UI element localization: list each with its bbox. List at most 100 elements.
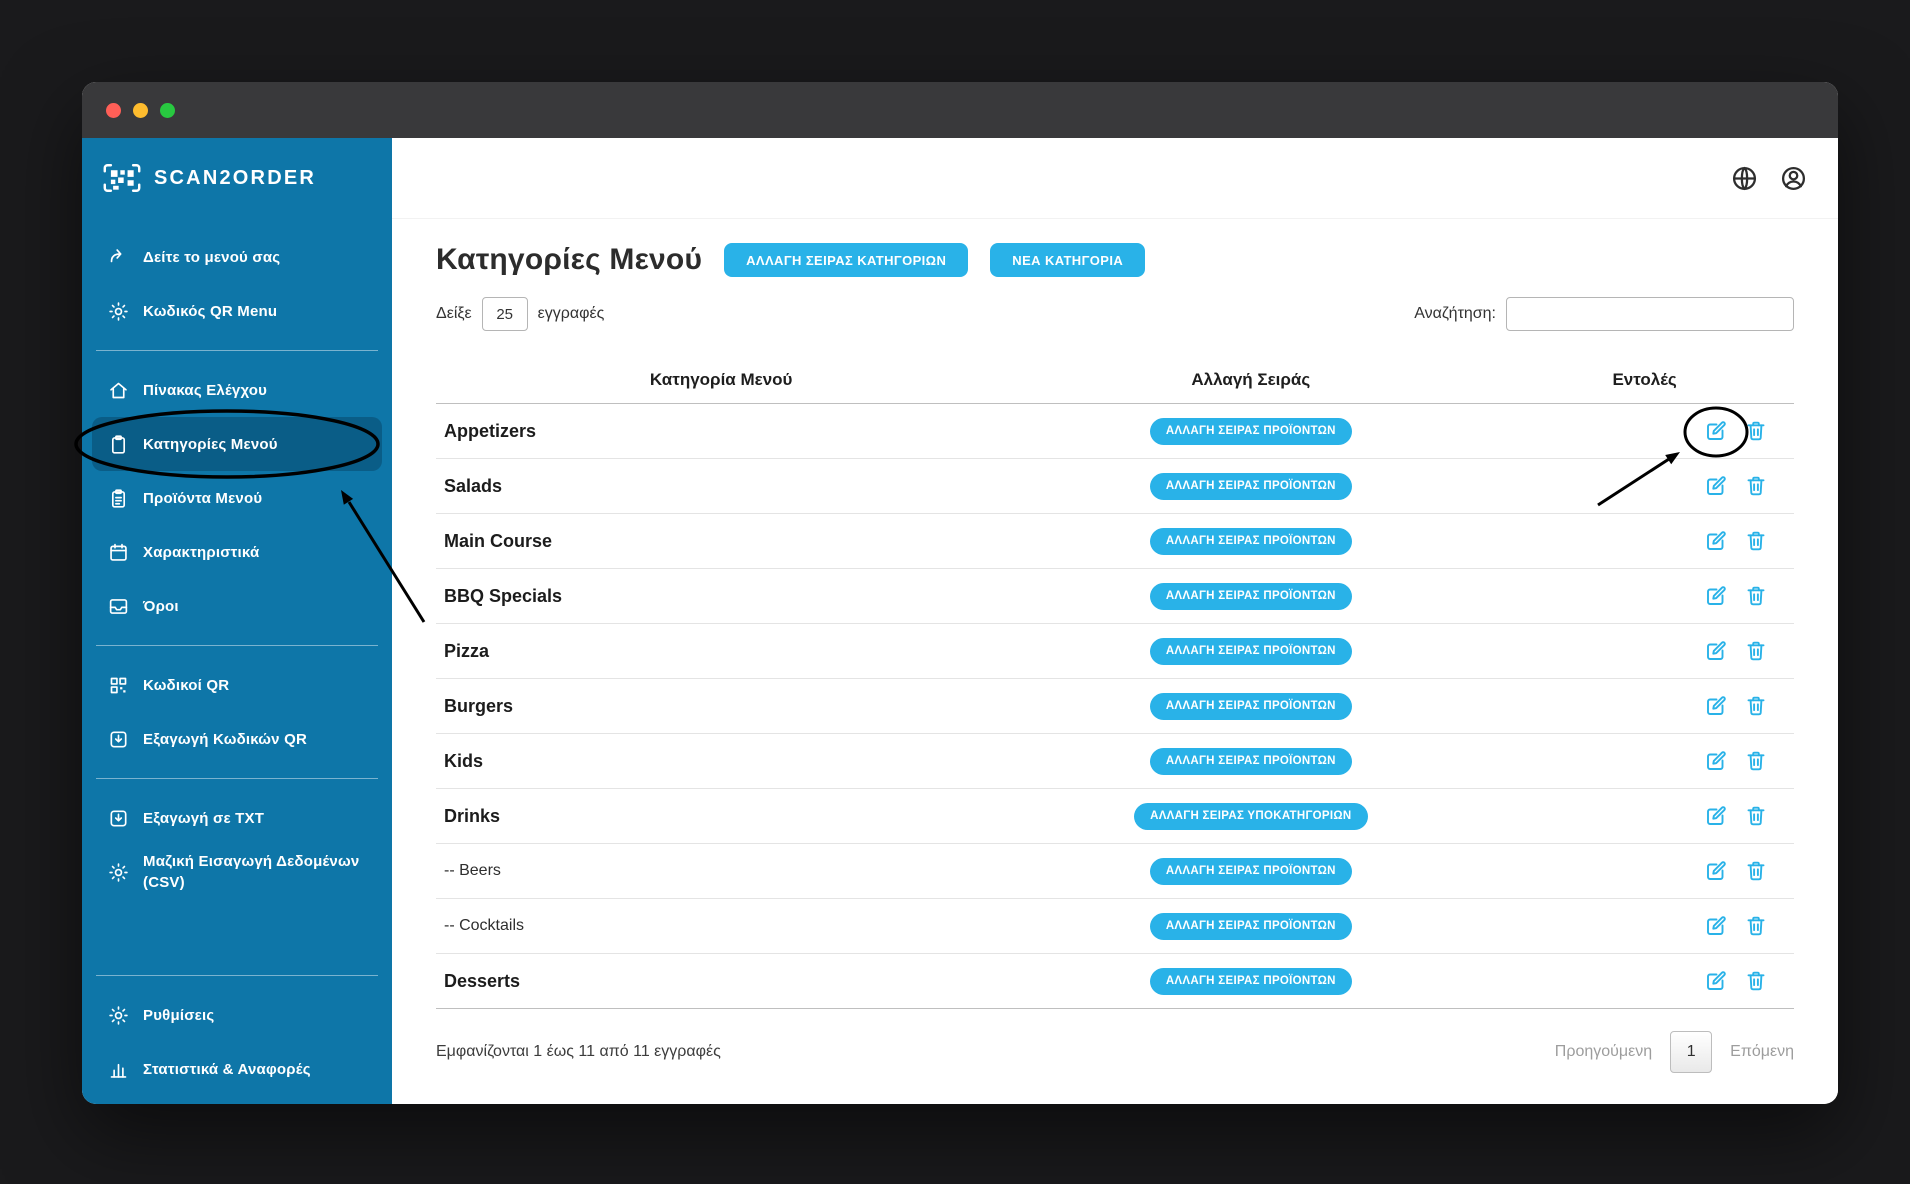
- trash-icon[interactable]: [1744, 749, 1768, 773]
- entries-select[interactable]: 25: [481, 297, 528, 331]
- trash-icon[interactable]: [1744, 419, 1768, 443]
- change-order-button[interactable]: ΑΛΛΑΓΗ ΣΕΙΡΑΣ ΠΡΟΪΟΝΤΩΝ: [1149, 857, 1352, 885]
- table-row: Burgers ΑΛΛΑΓΗ ΣΕΙΡΑΣ ΠΡΟΪΟΝΤΩΝ: [436, 679, 1794, 734]
- sidebar-item-menu-products[interactable]: Προϊόντα Μενού: [82, 471, 392, 525]
- sidebar-group: Δείτε το μενού σας Κωδικός QR Menu: [82, 230, 392, 338]
- entries-suffix-label: εγγραφές: [537, 305, 605, 322]
- edit-icon[interactable]: [1704, 859, 1728, 883]
- trash-icon[interactable]: [1744, 639, 1768, 663]
- order-cell: ΑΛΛΑΓΗ ΣΕΙΡΑΣ ΠΡΟΪΟΝΤΩΝ: [1006, 472, 1495, 500]
- sidebar-item-label: Κωδικοί QR: [143, 676, 230, 694]
- sidebar-item-attributes[interactable]: Χαρακτηριστικά: [82, 525, 392, 579]
- sidebar-item-label: Προϊόντα Μενού: [143, 489, 263, 507]
- gear-icon: [108, 862, 129, 883]
- sidebar-item-qr-codes[interactable]: Κωδικοί QR: [82, 658, 392, 712]
- search-control: Αναζήτηση:: [1414, 297, 1794, 331]
- header-category-menu: Κατηγορία Μενού: [649, 370, 793, 389]
- category-name: Kids: [444, 750, 484, 771]
- sidebar-item-statistics-reports[interactable]: Στατιστικά & Αναφορές: [82, 1042, 392, 1096]
- trash-icon[interactable]: [1744, 859, 1768, 883]
- change-order-button[interactable]: ΑΛΛΑΓΗ ΣΕΙΡΑΣ ΠΡΟΪΟΝΤΩΝ: [1149, 472, 1352, 500]
- sidebar-group: Κωδικοί QR Εξαγωγή Κωδικών QR: [82, 658, 392, 766]
- globe-icon[interactable]: [1730, 164, 1759, 193]
- change-order-button[interactable]: ΑΛΛΑΓΗ ΣΕΙΡΑΣ ΠΡΟΪΟΝΤΩΝ: [1149, 582, 1352, 610]
- trash-icon[interactable]: [1744, 969, 1768, 993]
- content: Κατηγορίες Μενού ΑΛΛΑΓΗ ΣΕΙΡΑΣ ΚΑΤΗΓΟΡΙΩ…: [392, 219, 1838, 1104]
- edit-icon[interactable]: [1704, 584, 1728, 608]
- sidebar-item-view-your-menu[interactable]: Δείτε το μενού σας: [82, 230, 392, 284]
- clipboard-list-icon: [108, 488, 129, 509]
- sidebar-item-bulk-import-csv[interactable]: Μαζική Εισαγωγή Δεδομένων (CSV): [82, 845, 392, 899]
- new-category-button[interactable]: ΝΕΑ ΚΑΤΗΓΟΡΙΑ: [990, 243, 1146, 277]
- commands-cell: [1495, 694, 1794, 718]
- trash-icon[interactable]: [1744, 694, 1768, 718]
- scan2order-logo-icon: [102, 161, 142, 195]
- commands-cell: [1495, 419, 1794, 443]
- sidebar-item-label: Εξαγωγή σε TXT: [143, 809, 265, 827]
- commands-cell: [1495, 914, 1794, 938]
- change-order-button[interactable]: ΑΛΛΑΓΗ ΣΕΙΡΑΣ ΠΡΟΪΟΝΤΩΝ: [1149, 417, 1352, 445]
- pagination-page-1[interactable]: 1: [1670, 1031, 1713, 1073]
- order-cell: ΑΛΛΑΓΗ ΣΕΙΡΑΣ ΠΡΟΪΟΝΤΩΝ: [1006, 692, 1495, 720]
- edit-icon[interactable]: [1704, 474, 1728, 498]
- edit-icon[interactable]: [1704, 969, 1728, 993]
- main-area: Κατηγορίες Μενού ΑΛΛΑΓΗ ΣΕΙΡΑΣ ΚΑΤΗΓΟΡΙΩ…: [392, 138, 1838, 1104]
- external-link-icon: [108, 247, 129, 268]
- change-category-order-button[interactable]: ΑΛΛΑΓΗ ΣΕΙΡΑΣ ΚΑΤΗΓΟΡΙΩΝ: [724, 243, 969, 277]
- app-window: SCAN2ORDER Δείτε το μενού σας Κωδικός QR …: [82, 82, 1838, 1104]
- sidebar-item-dashboard[interactable]: Πίνακας Ελέγχου: [82, 363, 392, 417]
- minimize-window-button[interactable]: [133, 102, 148, 118]
- edit-icon[interactable]: [1704, 639, 1728, 663]
- commands-cell: [1495, 474, 1794, 498]
- trash-icon[interactable]: [1744, 584, 1768, 608]
- change-order-button[interactable]: ΑΛΛΑΓΗ ΣΕΙΡΑΣ ΠΡΟΪΟΝΤΩΝ: [1149, 637, 1352, 665]
- sidebar-item-label: Πίνακας Ελέγχου: [143, 381, 268, 399]
- sidebar-item-export-qr-codes[interactable]: Εξαγωγή Κωδικών QR: [82, 712, 392, 766]
- table-row: Appetizers ΑΛΛΑΓΗ ΣΕΙΡΑΣ ΠΡΟΪΟΝΤΩΝ: [436, 404, 1794, 459]
- commands-cell: [1495, 969, 1794, 993]
- change-order-button[interactable]: ΑΛΛΑΓΗ ΣΕΙΡΑΣ ΠΡΟΪΟΝΤΩΝ: [1149, 747, 1352, 775]
- sidebar-item-label: Χαρακτηριστικά: [143, 543, 260, 561]
- gear-icon: [108, 301, 129, 322]
- sidebar-item-export-txt[interactable]: Εξαγωγή σε TXT: [82, 791, 392, 845]
- order-cell: ΑΛΛΑΓΗ ΣΕΙΡΑΣ ΠΡΟΪΟΝΤΩΝ: [1006, 417, 1495, 445]
- table-header: Κατηγορία Μενού Αλλαγή Σειράς Εντολές: [436, 357, 1794, 404]
- commands-cell: [1495, 584, 1794, 608]
- table-footer: Εμφανίζονται 1 έως 11 από 11 εγγραφές Πρ…: [436, 1009, 1794, 1073]
- zoom-window-button[interactable]: [160, 102, 175, 118]
- change-order-button[interactable]: ΑΛΛΑΓΗ ΣΕΙΡΑΣ ΠΡΟΪΟΝΤΩΝ: [1149, 692, 1352, 720]
- table-row: Salads ΑΛΛΑΓΗ ΣΕΙΡΑΣ ΠΡΟΪΟΝΤΩΝ: [436, 459, 1794, 514]
- commands-cell: [1495, 529, 1794, 553]
- trash-icon[interactable]: [1744, 804, 1768, 828]
- sidebar-item-qr-menu-code[interactable]: Κωδικός QR Menu: [82, 284, 392, 338]
- edit-icon[interactable]: [1704, 804, 1728, 828]
- sidebar-item-settings[interactable]: Ρυθμίσεις: [82, 988, 392, 1042]
- edit-icon[interactable]: [1704, 694, 1728, 718]
- commands-cell: [1495, 859, 1794, 883]
- sidebar-item-menu-categories[interactable]: Κατηγορίες Μενού: [92, 417, 382, 471]
- sidebar-item-terms[interactable]: Όροι: [82, 579, 392, 633]
- trash-icon[interactable]: [1744, 529, 1768, 553]
- edit-icon[interactable]: [1704, 749, 1728, 773]
- entries-length-control: Δείξε 25 εγγραφές: [436, 297, 604, 331]
- search-input[interactable]: [1506, 297, 1794, 331]
- pagination-previous[interactable]: Προηγούμενη: [1555, 1043, 1652, 1061]
- change-order-button[interactable]: ΑΛΛΑΓΗ ΣΕΙΡΑΣ ΠΡΟΪΟΝΤΩΝ: [1149, 912, 1352, 940]
- trash-icon[interactable]: [1744, 914, 1768, 938]
- close-window-button[interactable]: [106, 102, 121, 118]
- edit-icon[interactable]: [1704, 914, 1728, 938]
- commands-cell: [1495, 804, 1794, 828]
- change-order-button[interactable]: ΑΛΛΑΓΗ ΣΕΙΡΑΣ ΠΡΟΪΟΝΤΩΝ: [1149, 967, 1352, 995]
- search-label: Αναζήτηση:: [1414, 305, 1496, 322]
- table-body: Appetizers ΑΛΛΑΓΗ ΣΕΙΡΑΣ ΠΡΟΪΟΝΤΩΝ Salads Α…: [436, 404, 1794, 1009]
- edit-icon[interactable]: [1704, 529, 1728, 553]
- sidebar-nav: Δείτε το μενού σας Κωδικός QR Menu Πίνακας…: [82, 218, 392, 1104]
- change-order-button[interactable]: ΑΛΛΑΓΗ ΣΕΙΡΑΣ ΥΠΟΚΑΤΗΓΟΡΙΩΝ: [1134, 802, 1368, 830]
- change-order-button[interactable]: ΑΛΛΑΓΗ ΣΕΙΡΑΣ ΠΡΟΪΟΝΤΩΝ: [1149, 527, 1352, 555]
- sidebar-item-label: Δείτε το μενού σας: [143, 248, 281, 266]
- sidebar-item-label: Κωδικός QR Menu: [143, 302, 278, 320]
- edit-icon[interactable]: [1704, 419, 1728, 443]
- pagination-next[interactable]: Επόμενη: [1730, 1043, 1794, 1061]
- user-icon[interactable]: [1779, 164, 1808, 193]
- trash-icon[interactable]: [1744, 474, 1768, 498]
